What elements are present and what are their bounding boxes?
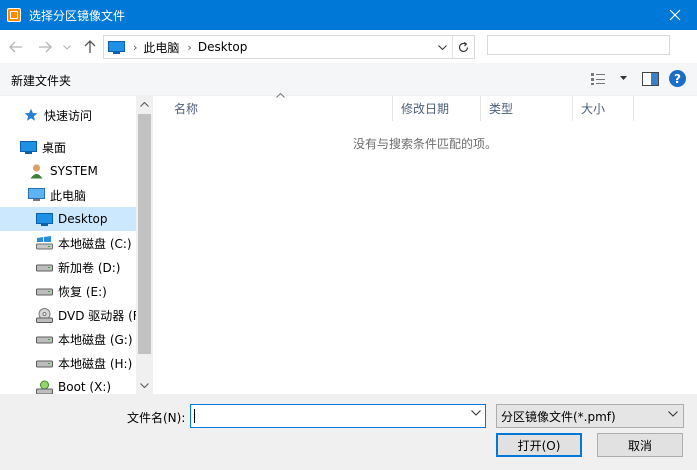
- sidebar-item-drive-g[interactable]: 本地磁盘 (G:): [0, 327, 137, 351]
- desktop-icon: [20, 140, 37, 155]
- navigation-pane: 快速访问 桌面 SYSTEM 此电脑 Desktop 本地磁盘 (C:) 新加卷…: [0, 96, 153, 394]
- toolbar: 新建文件夹 ?: [0, 63, 697, 96]
- sidebar-item-drive-c[interactable]: 本地磁盘 (C:): [0, 231, 137, 255]
- close-button[interactable]: [652, 0, 697, 30]
- column-header-size[interactable]: 大小: [573, 96, 634, 121]
- refresh-button[interactable]: [452, 36, 474, 58]
- sidebar-item-drive-h[interactable]: 本地磁盘 (H:): [0, 351, 137, 375]
- address-dropdown-button[interactable]: [434, 36, 450, 58]
- refresh-icon: [458, 41, 469, 52]
- recent-locations-button[interactable]: [61, 38, 73, 56]
- chevron-up-icon: [140, 102, 149, 107]
- text-caret: [194, 409, 195, 423]
- sidebar-item-this-pc[interactable]: 此电脑: [0, 183, 137, 207]
- filename-input[interactable]: [190, 404, 486, 428]
- breadcrumb-this-pc[interactable]: 此电脑: [143, 39, 179, 56]
- address-bar[interactable]: › 此电脑 › Desktop: [103, 35, 475, 59]
- sidebar-item-drive-e[interactable]: 恢复 (E:): [0, 279, 137, 303]
- file-type-value: 分区镜像文件(*.pmf): [501, 409, 616, 424]
- dvd-icon: [36, 307, 53, 323]
- view-dropdown-icon[interactable]: [620, 76, 627, 80]
- chevron-down-icon: [140, 383, 149, 388]
- breadcrumb-separator: ›: [133, 40, 138, 54]
- app-icon: [7, 8, 21, 22]
- sidebar-item-system-user[interactable]: SYSTEM: [0, 159, 137, 183]
- chevron-down-icon: [63, 44, 71, 50]
- close-icon: [669, 9, 680, 21]
- computer-icon: [28, 188, 45, 203]
- desktop-icon: [108, 40, 125, 54]
- cancel-button[interactable]: 取消: [597, 433, 683, 457]
- sidebar-item-drive-x[interactable]: Boot (X:): [0, 375, 137, 394]
- drive-icon: [36, 332, 53, 347]
- breadcrumb-desktop[interactable]: Desktop: [198, 40, 248, 54]
- sidebar-item-drive-d[interactable]: 新加卷 (D:): [0, 255, 137, 279]
- help-button[interactable]: ?: [669, 70, 686, 87]
- forward-arrow-icon: [39, 41, 52, 53]
- back-arrow-icon: [9, 41, 22, 53]
- window-title: 选择分区镜像文件: [29, 8, 126, 23]
- forward-button[interactable]: [36, 38, 54, 56]
- sidebar-item-quick-access[interactable]: 快速访问: [0, 103, 137, 127]
- preview-pane-icon[interactable]: [642, 72, 659, 86]
- column-header-name[interactable]: 名称: [166, 96, 393, 121]
- open-button[interactable]: 打开(O): [496, 433, 582, 457]
- drive-icon: [36, 260, 53, 275]
- file-type-select[interactable]: 分区镜像文件(*.pmf): [496, 404, 684, 428]
- chevron-down-icon: [668, 411, 678, 417]
- drive-icon: [36, 356, 53, 371]
- file-list: 名称 修改日期 类型 大小 没有与搜索条件匹配的项。: [153, 93, 697, 394]
- scroll-down-button[interactable]: [136, 377, 153, 394]
- sidebar-item-dvd-f[interactable]: DVD 驱动器 (F: [0, 303, 137, 327]
- column-header-type[interactable]: 类型: [481, 96, 573, 121]
- breadcrumb-separator: ›: [187, 40, 192, 54]
- scrollbar-thumb[interactable]: [138, 114, 151, 354]
- view-options-icon[interactable]: [590, 72, 606, 86]
- new-folder-button[interactable]: 新建文件夹: [11, 72, 71, 89]
- up-arrow-icon: [84, 40, 96, 53]
- dialog-footer: 文件名(N): 分区镜像文件(*.pmf) 打开(O) 取消: [0, 394, 697, 470]
- user-icon: [28, 164, 45, 179]
- search-input[interactable]: [487, 35, 670, 55]
- desktop-icon: [36, 212, 53, 227]
- boot-drive-icon: [36, 380, 53, 394]
- chevron-down-icon: [437, 44, 447, 50]
- chevron-down-icon[interactable]: [471, 410, 481, 416]
- star-icon: [22, 108, 39, 123]
- filename-label: 文件名(N):: [127, 411, 186, 425]
- sidebar-item-desktop[interactable]: Desktop: [0, 207, 137, 231]
- title-bar: 选择分区镜像文件: [0, 0, 697, 30]
- column-header-date-modified[interactable]: 修改日期: [393, 96, 481, 121]
- sidebar-scrollbar[interactable]: [136, 96, 153, 394]
- up-button[interactable]: [81, 38, 99, 56]
- back-button[interactable]: [7, 38, 25, 56]
- drive-icon: [36, 284, 53, 299]
- sidebar-item-desktop-root[interactable]: 桌面: [0, 135, 137, 159]
- system-drive-icon: [36, 236, 53, 251]
- scroll-up-button[interactable]: [136, 96, 153, 113]
- empty-list-message: 没有与搜索条件匹配的项。: [352, 137, 497, 151]
- navigation-bar: › 此电脑 › Desktop: [0, 30, 697, 63]
